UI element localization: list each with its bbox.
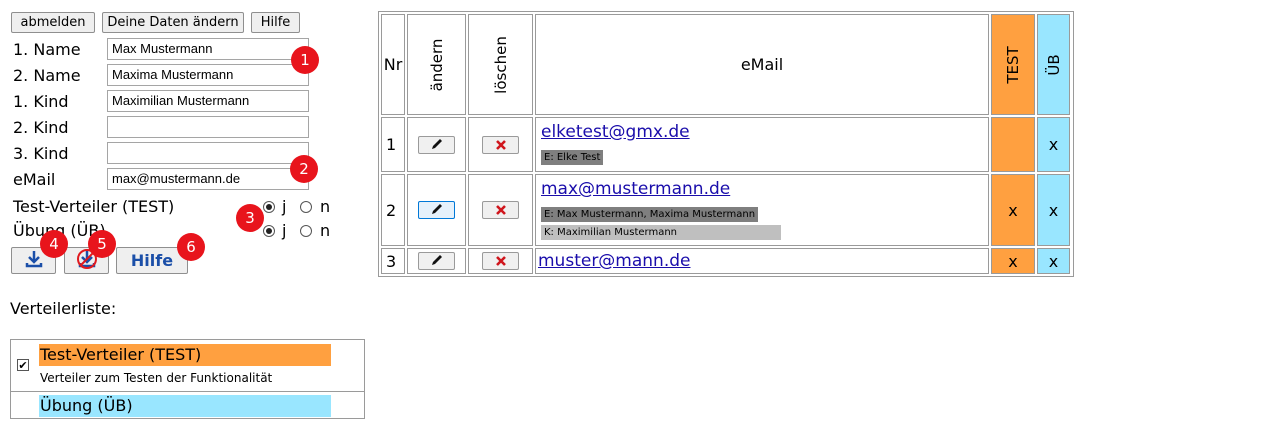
name-tag: E: Elke Test xyxy=(541,150,604,165)
cell-ub: x xyxy=(1037,248,1070,274)
field-label-child1: 1. Kind xyxy=(13,92,69,111)
row-number: 2 xyxy=(381,174,405,246)
cell-ub: x xyxy=(1037,117,1070,172)
pencil-icon xyxy=(430,252,444,271)
header-ub: ÜB xyxy=(1037,14,1070,115)
badge-3: 3 xyxy=(236,204,264,232)
header-test: TEST xyxy=(991,14,1035,115)
row-number: 3 xyxy=(381,248,405,274)
list-item-title: Test-Verteiler (TEST) xyxy=(39,344,331,366)
header-edit: ändern xyxy=(407,14,466,115)
distribution-heading: Verteilerliste: xyxy=(10,299,117,318)
badge-2: 2 xyxy=(290,155,318,183)
header-delete: löschen xyxy=(468,14,533,115)
child2-input[interactable] xyxy=(107,116,309,138)
delete-button[interactable] xyxy=(482,201,519,219)
field-label-child3: 3. Kind xyxy=(13,144,69,163)
child3-input[interactable] xyxy=(107,142,309,164)
email-link[interactable]: muster@mann.de xyxy=(538,251,691,271)
cell-test: x xyxy=(991,248,1035,274)
radio-ub-yes-label: j xyxy=(282,221,287,240)
header-email: eMail xyxy=(535,14,989,115)
field-label-name2: 2. Name xyxy=(13,66,81,85)
list-item-title: Übung (ÜB) xyxy=(39,395,331,417)
radio-test-no[interactable] xyxy=(300,201,312,213)
radio-test-no-label: n xyxy=(320,197,331,216)
radio-ub-no[interactable] xyxy=(300,225,312,237)
table-row xyxy=(407,174,466,246)
email-link[interactable]: elketest@gmx.de xyxy=(541,122,690,142)
radio-test-yes-label: j xyxy=(282,197,287,216)
email-link[interactable]: max@mustermann.de xyxy=(541,179,730,199)
list-item: ✔ Test-Verteiler (TEST) Verteiler zum Te… xyxy=(11,340,364,392)
badge-6: 6 xyxy=(177,233,205,261)
name-tag: K: Maximilian Mustermann xyxy=(541,225,781,240)
field-label-name1: 1. Name xyxy=(13,40,81,59)
badge-4: 4 xyxy=(40,230,68,258)
close-icon xyxy=(495,201,507,220)
edit-button[interactable] xyxy=(418,252,455,270)
list-item-description: Verteiler zum Testen der Funktionalität xyxy=(40,371,273,385)
cell-ub: x xyxy=(1037,174,1070,246)
close-icon xyxy=(495,252,507,271)
pencil-icon xyxy=(430,136,444,155)
edit-data-button[interactable]: Deine Daten ändern xyxy=(102,12,244,33)
list-item: Übung (ÜB) xyxy=(11,392,364,422)
download-icon xyxy=(24,249,44,273)
badge-1: 1 xyxy=(291,46,319,74)
radio-test-yes[interactable] xyxy=(263,201,275,213)
checkbox-test[interactable]: ✔ xyxy=(17,359,29,371)
field-label-email: eMail xyxy=(13,170,56,189)
cell-test xyxy=(991,117,1035,172)
name2-input[interactable]: Maxima Mustermann xyxy=(107,64,309,86)
name1-input[interactable]: Max Mustermann xyxy=(107,38,309,60)
delete-button[interactable] xyxy=(482,252,519,270)
edit-button[interactable] xyxy=(418,201,455,219)
header-nr: Nr xyxy=(381,14,405,115)
help-top-button[interactable]: Hilfe xyxy=(251,12,300,33)
table-row xyxy=(407,117,466,172)
name-tag: E: Max Mustermann, Maxima Mustermann xyxy=(541,207,759,222)
row-number: 1 xyxy=(381,117,405,172)
child1-input[interactable]: Maximilian Mustermann xyxy=(107,90,309,112)
table-row xyxy=(407,248,466,274)
delete-button[interactable] xyxy=(482,136,519,154)
subscriber-table: Nr ändern löschen eMail TEST ÜB 1 elkete… xyxy=(378,11,1074,277)
cell-test: x xyxy=(991,174,1035,246)
badge-5: 5 xyxy=(88,230,116,258)
logout-button[interactable]: abmelden xyxy=(11,12,95,33)
field-label-child2: 2. Kind xyxy=(13,118,69,137)
email-input[interactable]: max@mustermann.de xyxy=(107,168,309,190)
radio-ub-yes[interactable] xyxy=(263,225,275,237)
list-label-test: Test-Verteiler (TEST) xyxy=(13,197,175,216)
distribution-list: ✔ Test-Verteiler (TEST) Verteiler zum Te… xyxy=(10,339,365,419)
close-icon xyxy=(495,136,507,155)
edit-button[interactable] xyxy=(418,136,455,154)
radio-ub-no-label: n xyxy=(320,221,331,240)
pencil-icon xyxy=(430,201,444,220)
